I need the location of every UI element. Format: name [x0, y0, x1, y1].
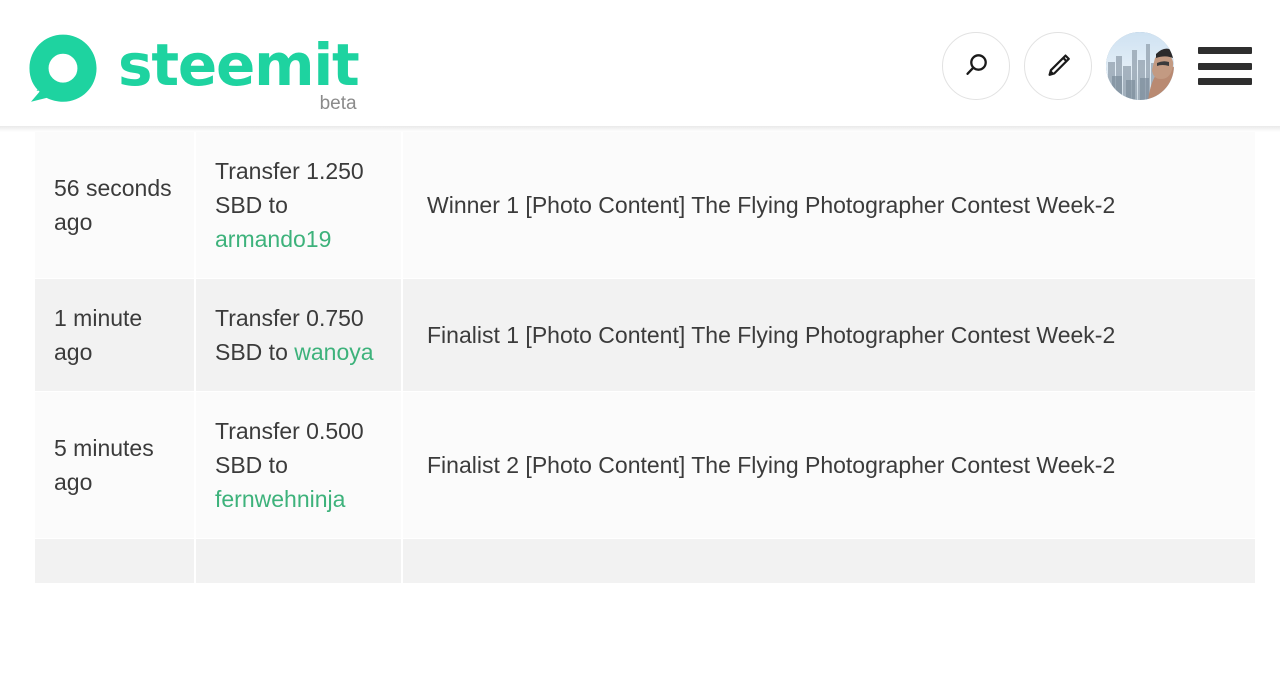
hamburger-bar	[1198, 47, 1252, 54]
pencil-icon	[1043, 51, 1073, 81]
row-operation: Transfer 0.500 SBD to fernwehninja	[196, 392, 403, 540]
operation-text: Transfer 0.500 SBD to	[215, 418, 364, 479]
brand-wordmark: steemit	[118, 31, 360, 99]
row-timestamp	[35, 539, 196, 585]
row-operation: Transfer 0.750 SBD to wanoya	[196, 279, 403, 393]
table-row[interactable]: 1 minute ago Transfer 0.750 SBD to wanoy…	[35, 279, 1257, 393]
table-row[interactable]	[35, 539, 1257, 585]
operation-text: Transfer 1.250 SBD to	[215, 158, 364, 219]
header-actions	[942, 32, 1252, 100]
avatar[interactable]	[1106, 32, 1174, 100]
brand-beta-tag: beta	[319, 93, 357, 115]
hamburger-bar	[1198, 78, 1252, 85]
transaction-table-container: 56 seconds ago Transfer 1.250 SBD to arm…	[0, 132, 1280, 673]
recipient-link[interactable]: wanoya	[294, 339, 373, 365]
recipient-link[interactable]: fernwehninja	[215, 486, 345, 512]
row-timestamp: 5 minutes ago	[35, 392, 196, 540]
row-description: Finalist 2 [Photo Content] The Flying Ph…	[403, 392, 1257, 540]
steemit-logo-icon	[24, 30, 102, 108]
site-header: steemit beta	[0, 0, 1280, 132]
search-icon	[961, 51, 991, 81]
menu-button[interactable]	[1198, 43, 1252, 89]
row-timestamp: 56 seconds ago	[35, 132, 196, 280]
row-description	[403, 539, 1257, 585]
hamburger-bar	[1198, 62, 1252, 70]
table-row[interactable]: 5 minutes ago Transfer 0.500 SBD to fern…	[35, 392, 1257, 540]
row-operation: Transfer 1.250 SBD to armando19	[196, 132, 403, 280]
transaction-table: 56 seconds ago Transfer 1.250 SBD to arm…	[35, 132, 1257, 585]
avatar-image	[1106, 32, 1174, 100]
search-button[interactable]	[942, 32, 1010, 100]
recipient-link[interactable]: armando19	[215, 226, 331, 252]
row-description: Winner 1 [Photo Content] The Flying Phot…	[403, 132, 1257, 280]
compose-button[interactable]	[1024, 32, 1092, 100]
brand-logo[interactable]: steemit beta	[24, 24, 360, 114]
row-operation	[196, 539, 403, 585]
row-timestamp: 1 minute ago	[35, 279, 196, 393]
row-description: Finalist 1 [Photo Content] The Flying Ph…	[403, 279, 1257, 393]
table-row[interactable]: 56 seconds ago Transfer 1.250 SBD to arm…	[35, 132, 1257, 280]
